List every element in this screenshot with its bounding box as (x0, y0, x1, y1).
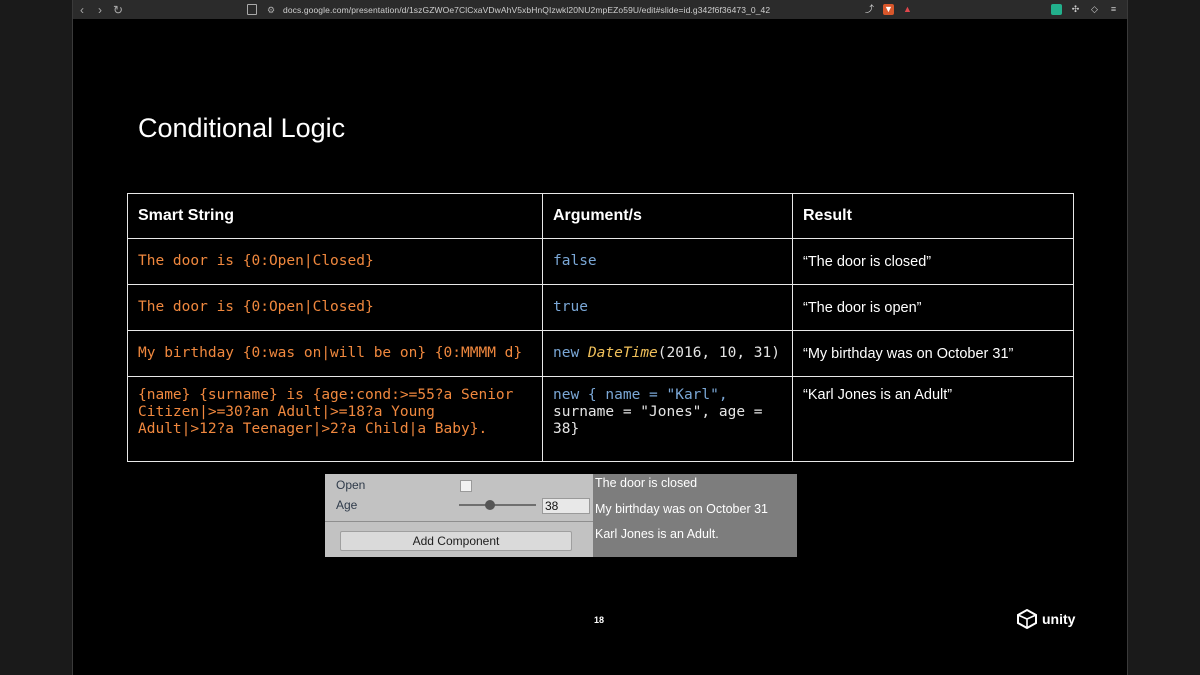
result-cell: “Karl Jones is an Adult” (792, 376, 1074, 462)
inspector-divider (325, 521, 593, 522)
age-label: Age (336, 498, 358, 512)
smart-string-table: Smart String Argument/s Result The door … (127, 193, 1074, 462)
smart-string-cell: {name} {surname} is {age:cond:>=55?a Sen… (127, 376, 543, 462)
extension-area: ⤴ ▼ ▲ ✣ ◇ ≡ (864, 4, 1127, 15)
smart-string-line: Adult|>12?a Teenager|>2?a Child|a Baby}. (138, 421, 488, 437)
extension-puzzle-icon[interactable]: ✣ (1070, 4, 1081, 15)
output-line: Karl Jones is an Adult. (595, 527, 719, 541)
header-arguments: Argument/s (542, 193, 793, 239)
result-cell: “The door is closed” (792, 238, 1074, 285)
address-bar[interactable]: docs.google.com/presentation/d/1szGZWOe7… (283, 5, 770, 15)
argument-cell: new { name = "Karl", surname = "Jones", … (542, 376, 793, 462)
bookmark-icon[interactable] (247, 4, 257, 15)
table-header-row: Smart String Argument/s Result (127, 193, 1074, 239)
reload-icon[interactable]: ↻ (109, 3, 127, 17)
header-result: Result (792, 193, 1074, 239)
output-line: My birthday was on October 31 (595, 502, 768, 516)
inspector-panel: Open Age 38 Add Component (325, 474, 593, 557)
unity-logo-text: unity (1042, 611, 1076, 627)
smart-string-cell: My birthday {0:was on|will be on} {0:MMM… (127, 330, 543, 377)
output-line: The door is closed (595, 476, 698, 490)
add-component-button[interactable]: Add Component (340, 531, 572, 551)
site-info-icon[interactable]: ⚙ (267, 5, 277, 15)
table-row: My birthday {0:was on|will be on} {0:MMM… (127, 330, 1074, 377)
unity-inspector-screenshot: Open Age 38 Add Component The door is cl… (325, 474, 797, 557)
argument-cell: false (542, 238, 793, 285)
result-cell: “My birthday was on October 31” (792, 330, 1074, 377)
brave-shield-icon[interactable]: ▼ (883, 4, 894, 15)
table-row: {name} {surname} is {age:cond:>=55?a Sen… (127, 376, 1074, 462)
smart-string-cell: The door is {0:Open|Closed} (127, 238, 543, 285)
age-input[interactable]: 38 (542, 498, 590, 514)
menu-icon[interactable]: ≡ (1108, 4, 1119, 15)
smart-string-line: {name} {surname} is {age:cond:>=55?a Sen… (138, 387, 514, 403)
argument-line: new { name = "Karl", (553, 387, 728, 403)
type-datetime: DateTime (587, 345, 658, 361)
left-letterbox (0, 0, 73, 675)
open-label: Open (336, 478, 366, 492)
forward-icon[interactable]: › (91, 3, 109, 17)
slide-title: Conditional Logic (138, 113, 346, 143)
browser-toolbar: ‹ › ↻ ⚙ docs.google.com/presentation/d/1… (73, 0, 1127, 19)
brave-rewards-icon[interactable]: ▲ (902, 4, 913, 15)
age-slider-handle[interactable] (484, 500, 495, 510)
unity-logo: unity (1016, 609, 1075, 629)
slide-page-number: 18 (594, 615, 605, 625)
result-cell: “The door is open” (792, 284, 1074, 331)
argument-cell: true (542, 284, 793, 331)
keyword-new: new (553, 345, 580, 361)
table-row: The door is {0:Open|Closed} true “The do… (127, 284, 1074, 331)
argument-line: 38} (553, 421, 580, 437)
extension-diamond-icon[interactable]: ◇ (1089, 4, 1100, 15)
share-icon[interactable]: ⤴ (864, 4, 875, 15)
argument-line: surname = "Jones", age = (553, 404, 763, 420)
slide-canvas: Conditional Logic Smart String Argument/… (73, 19, 1127, 675)
header-smart-string: Smart String (127, 193, 543, 239)
open-checkbox[interactable] (460, 480, 472, 492)
age-slider[interactable] (459, 504, 536, 506)
table-row: The door is {0:Open|Closed} false “The d… (127, 238, 1074, 285)
smart-string-line: Citizen|>=30?an Adult|>=18?a Young (138, 404, 435, 420)
smart-string-cell: The door is {0:Open|Closed} (127, 284, 543, 331)
back-icon[interactable]: ‹ (73, 3, 91, 17)
unity-cube-icon (1017, 609, 1037, 629)
extension-green-icon[interactable] (1051, 4, 1062, 15)
argument-cell: new DateTime(2016, 10, 31) (542, 330, 793, 377)
right-letterbox (1127, 0, 1200, 675)
datetime-args: (2016, 10, 31) (657, 345, 780, 361)
